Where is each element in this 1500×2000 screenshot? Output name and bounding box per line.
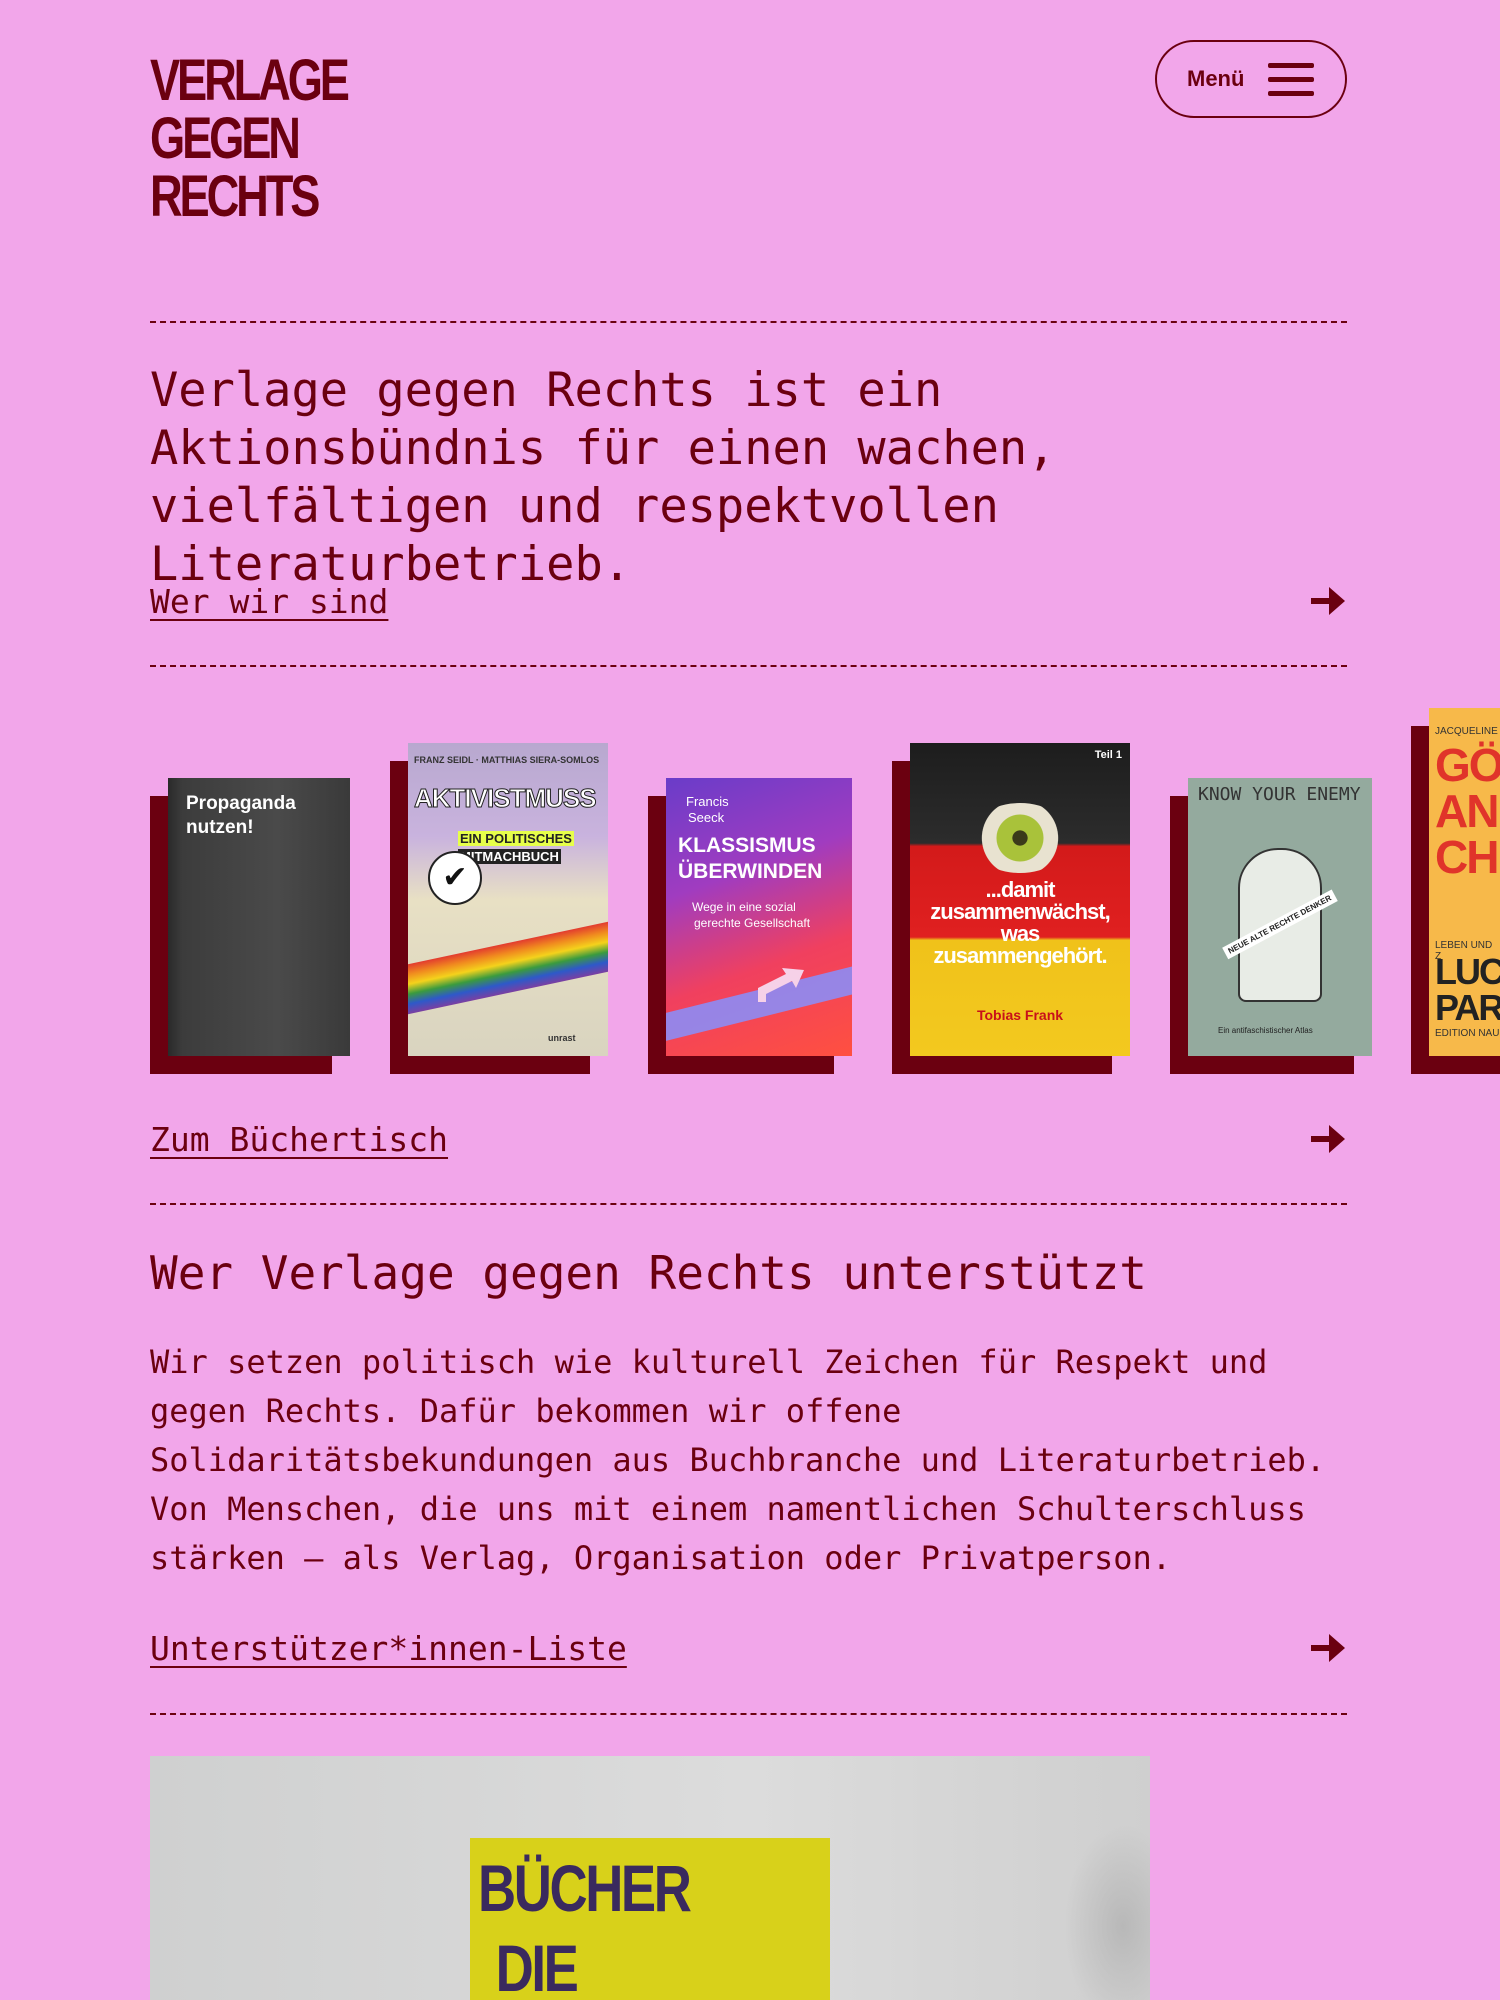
book-author-line: Francis (686, 794, 729, 809)
book-publisher: EDITION NAU (1435, 1028, 1500, 1039)
about-link[interactable]: Wer wir sind (150, 579, 1347, 623)
poster-text: BÜCHER DIE (478, 1848, 692, 2000)
book-cover: Propaganda nutzen! (168, 778, 350, 1056)
book-title: KNOW YOUR ENEMY (1198, 784, 1361, 805)
book-cover: Teil 1 ...damit zusammenwächst, was zusa… (910, 743, 1130, 1056)
book-cover: KNOW YOUR ENEMY NEUE ALTE RECHTE DENKER … (1188, 778, 1372, 1056)
book-cover: JACQUELINE GÖT AN CH LEBEN UND Z LUC PAR… (1429, 708, 1500, 1056)
poster-line: DIE (495, 1931, 579, 2000)
book-title-line: GÖT (1435, 739, 1500, 791)
poster: BÜCHER DIE (470, 1838, 830, 2000)
book-title-line: CH (1435, 831, 1499, 883)
book-cover: Francis Seeck KLASSISMUS ÜBERWINDEN Wege… (666, 778, 852, 1056)
divider (150, 1203, 1347, 1205)
book-publisher: unrast (548, 1033, 576, 1043)
supporters-text: Wir setzen politisch wie kulturell Zeich… (150, 1343, 1326, 1577)
logo-line: GEGEN (150, 106, 301, 171)
book-title-line: zusammenwächst, (930, 899, 1110, 924)
book-title-line: KLASSISMUS (678, 834, 816, 857)
book-know-your-enemy[interactable]: KNOW YOUR ENEMY NEUE ALTE RECHTE DENKER … (1170, 778, 1372, 1074)
divider (150, 321, 1347, 323)
book-author-line: Seeck (688, 810, 725, 825)
eye-illustration (970, 803, 1070, 873)
book-propaganda-nutzen[interactable]: Propaganda nutzen! (150, 778, 350, 1074)
book-damit-zusammenwaechst[interactable]: Teil 1 ...damit zusammenwächst, was zusa… (892, 743, 1130, 1074)
menu-button[interactable]: Menü (1155, 40, 1347, 118)
logo-line: VERLAGE (150, 48, 350, 113)
book-author: FRANZ SEIDL · MATTHIAS SIERA-SOMLOS (414, 755, 600, 765)
book-subtitle-line: EIN POLITISCHES (458, 831, 574, 846)
arrow-right-icon (1311, 1125, 1345, 1153)
poster-photo: BÜCHER DIE (150, 1756, 1150, 2000)
supporters-heading: Wer Verlage gegen Rechts unterstützt (150, 1246, 1147, 1300)
intro-statement: Verlage gegen Rechts ist ein Aktionsbünd… (150, 363, 1056, 592)
divider (150, 665, 1347, 667)
site-logo[interactable]: VERLAGE GEGEN RECHTS (150, 48, 350, 229)
book-title-line: nutzen! (186, 817, 254, 838)
book-subtitle-line: gerechte Gesellschaft (694, 916, 811, 930)
book-klassismus-ueberwinden[interactable]: Francis Seeck KLASSISMUS ÜBERWINDEN Wege… (648, 778, 852, 1074)
book-title: AKTIVISTMUSS (414, 783, 598, 814)
book-partial[interactable]: JACQUELINE GÖT AN CH LEBEN UND Z LUC PAR… (1411, 708, 1500, 1074)
book-title-line: ÜBERWINDEN (678, 860, 823, 883)
poster-line: BÜCHER (478, 1851, 692, 1925)
book-title-line: AN (1435, 785, 1499, 837)
book-title-line: Propaganda (186, 793, 296, 814)
book-author: Tobias Frank (976, 1007, 1064, 1023)
arrow-right-icon (1311, 1634, 1345, 1662)
book-title-line: zusammengehört. (933, 943, 1107, 968)
book-volume: Teil 1 (1094, 749, 1122, 761)
book-subtitle-line: Wege in eine sozial (692, 900, 796, 914)
book-title-line: was (1000, 921, 1041, 946)
arrow-up-right-icon (758, 968, 804, 1002)
book-author-line: PAR (1435, 987, 1500, 1028)
book-title-line: ...damit (985, 877, 1055, 902)
supporters-list-link-label: Unterstützer*innen-Liste (150, 1628, 627, 1668)
about-link-label: Wer wir sind (150, 581, 389, 621)
bookshelf-link-label: Zum Büchertisch (150, 1119, 449, 1159)
bookshelf-link[interactable]: Zum Büchertisch (150, 1117, 1347, 1161)
logo-line: RECHTS (150, 164, 320, 229)
menu-label: Menü (1187, 66, 1245, 91)
arrow-right-icon (1311, 587, 1345, 615)
book-author: JACQUELINE (1435, 726, 1498, 737)
book-aktivistmuss[interactable]: FRANZ SEIDL · MATTHIAS SIERA-SOMLOS AKTI… (390, 743, 608, 1074)
hamburger-icon (1268, 62, 1315, 96)
book-cover: FRANZ SEIDL · MATTHIAS SIERA-SOMLOS AKTI… (408, 743, 608, 1056)
book-footer: Ein antifaschistischer Atlas (1218, 1026, 1313, 1035)
book-author-line: LUC (1435, 951, 1500, 992)
supporters-list-link[interactable]: Unterstützer*innen-Liste (150, 1626, 1347, 1670)
divider (150, 1713, 1347, 1715)
